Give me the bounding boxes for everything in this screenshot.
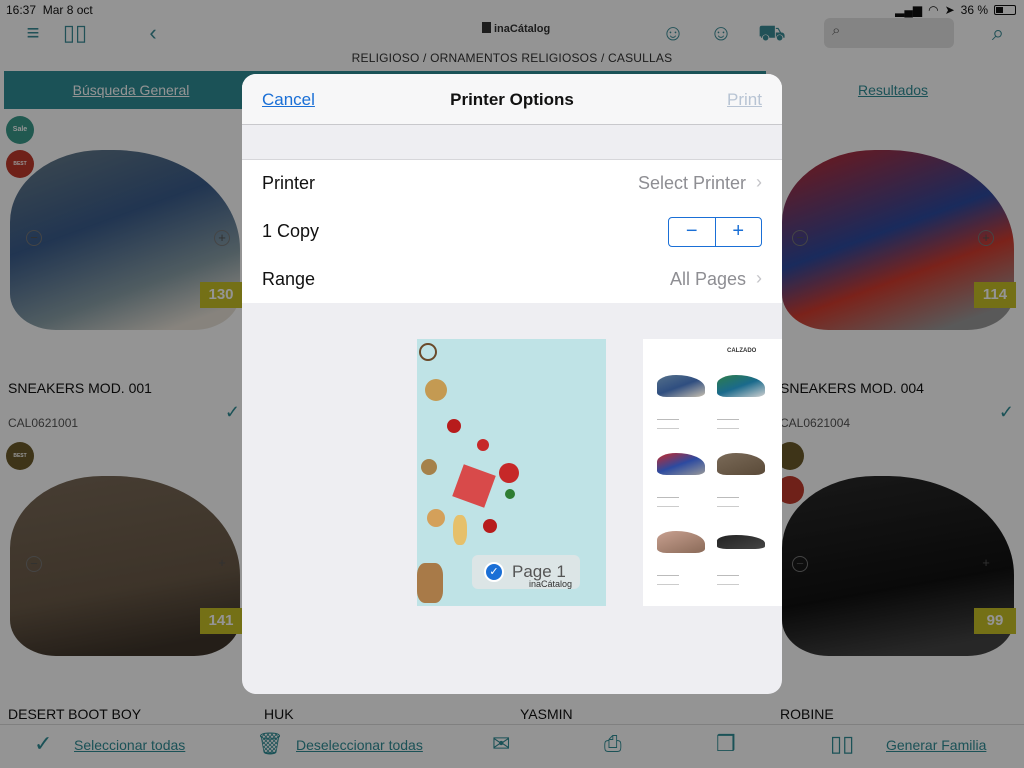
mini-caption [717, 497, 739, 507]
ornament-decoration [417, 563, 443, 603]
print-button[interactable]: Print [727, 90, 762, 110]
mini-caption [717, 575, 739, 585]
mini-caption [657, 419, 679, 429]
mini-caption [717, 419, 739, 429]
printer-label: Printer [262, 173, 316, 193]
options-list: Printer Select Printer › 1 Copy − + Rang… [242, 159, 782, 303]
ornament-decoration [452, 464, 496, 508]
copies-label: 1 Copy [262, 221, 320, 241]
ornament-decoration [419, 343, 437, 361]
copies-stepper: − + [668, 217, 762, 247]
printer-row[interactable]: Printer Select Printer › [242, 160, 782, 208]
ornament-decoration [453, 515, 467, 545]
mini-shoe-image [657, 375, 705, 397]
dialog-title: Printer Options [450, 90, 574, 109]
chevron-right-icon: › [756, 172, 762, 192]
mini-shoe-image [717, 453, 765, 475]
printer-options-dialog: Cancel Printer Options Print Printer Sel… [242, 74, 782, 694]
selected-check-icon: ✓ [484, 562, 504, 582]
mini-caption [657, 497, 679, 507]
range-value: All Pages [669, 269, 746, 289]
range-row[interactable]: Range All Pages › [242, 256, 782, 304]
dialog-header: Cancel Printer Options Print [242, 74, 782, 125]
mini-shoe-image [657, 531, 705, 553]
page-1-preview[interactable]: ✓ Page 1 inaCátalog [417, 339, 606, 606]
ornament-decoration [447, 419, 461, 433]
ornament-decoration [499, 463, 519, 483]
decrement-button[interactable]: − [669, 218, 716, 246]
mini-caption [657, 575, 679, 585]
page-1-logo: inaCátalog [529, 579, 573, 589]
ornament-decoration [477, 439, 489, 451]
ornament-decoration [421, 459, 437, 475]
ornament-decoration [425, 379, 447, 401]
ornament-decoration [427, 509, 445, 527]
copies-row: 1 Copy − + [242, 208, 782, 256]
ornament-decoration [505, 489, 515, 499]
printer-value: Select Printer [637, 173, 746, 193]
mini-shoe-image [657, 453, 705, 475]
page-2-preview[interactable]: CALZADO [643, 339, 782, 606]
chevron-right-icon: › [756, 268, 762, 288]
mini-shoe-image [717, 535, 765, 549]
increment-button[interactable]: + [716, 218, 762, 246]
range-label: Range [262, 269, 316, 289]
ornament-decoration [483, 519, 497, 533]
page-2-heading: CALZADO [727, 348, 757, 354]
mini-shoe-image [717, 375, 765, 397]
